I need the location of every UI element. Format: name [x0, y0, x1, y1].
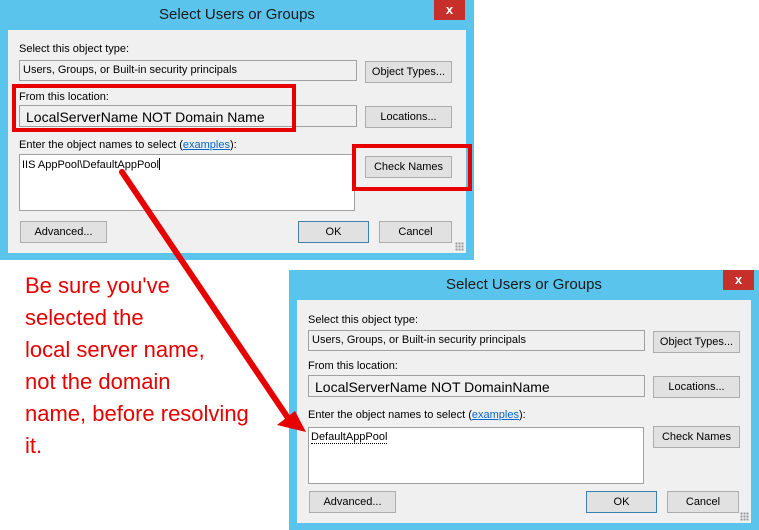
- object-types-button[interactable]: Object Types...: [365, 61, 452, 83]
- cancel-button[interactable]: Cancel: [379, 221, 452, 243]
- resize-grip-icon[interactable]: [740, 512, 749, 521]
- note-line: it.: [25, 433, 43, 458]
- location-field: LocalServerName NOT DomainName: [308, 375, 645, 397]
- dialog-1-close-button[interactable]: x: [434, 0, 465, 20]
- select-users-dialog-2: Select Users or Groups x Select this obj…: [289, 270, 759, 530]
- dialog-1-body: Select this object type: Users, Groups, …: [8, 30, 466, 253]
- object-names-label-suffix: ):: [518, 409, 526, 421]
- instruction-note: Be sure you've selected the local server…: [25, 270, 295, 462]
- resize-grip-icon[interactable]: [455, 242, 464, 251]
- check-names-highlight-box: [352, 144, 472, 191]
- dialog-1-titlebar[interactable]: Select Users or Groups: [0, 0, 474, 30]
- dialog-1-title: Select Users or Groups: [159, 6, 315, 23]
- ok-button[interactable]: OK: [298, 221, 369, 243]
- object-names-label-prefix: Enter the object names to select (: [19, 139, 183, 151]
- locations-button[interactable]: Locations...: [365, 106, 452, 128]
- object-type-field: Users, Groups, or Built-in security prin…: [308, 330, 645, 351]
- dialog-2-title: Select Users or Groups: [446, 276, 602, 293]
- object-names-label-prefix: Enter the object names to select (: [308, 409, 472, 421]
- dialog-2-titlebar[interactable]: Select Users or Groups: [289, 270, 759, 300]
- cancel-button[interactable]: Cancel: [667, 491, 739, 513]
- object-names-label: Enter the object names to select (exampl…: [19, 139, 237, 151]
- check-names-button[interactable]: Check Names: [653, 426, 740, 448]
- ok-button[interactable]: OK: [586, 491, 657, 513]
- note-line: local server name,: [25, 337, 205, 362]
- text-caret: [158, 158, 160, 170]
- object-names-label-suffix: ):: [229, 139, 237, 151]
- object-names-label: Enter the object names to select (exampl…: [308, 409, 526, 421]
- note-line: not the domain: [25, 369, 171, 394]
- advanced-button[interactable]: Advanced...: [20, 221, 107, 243]
- object-type-label: Select this object type:: [308, 314, 419, 326]
- object-type-field: Users, Groups, or Built-in security prin…: [19, 60, 357, 81]
- advanced-button[interactable]: Advanced...: [309, 491, 396, 513]
- dialog-2-close-button[interactable]: x: [723, 270, 754, 290]
- note-line: selected the: [25, 305, 144, 330]
- object-types-button[interactable]: Object Types...: [653, 331, 740, 353]
- dialog-2-body: Select this object type: Users, Groups, …: [297, 300, 751, 523]
- object-names-input[interactable]: IIS AppPool\DefaultAppPool: [19, 154, 355, 211]
- locations-button[interactable]: Locations...: [653, 376, 740, 398]
- object-names-value: IIS AppPool\DefaultAppPool: [22, 159, 159, 171]
- object-names-value: DefaultAppPool: [311, 431, 388, 444]
- object-type-label: Select this object type:: [19, 43, 130, 55]
- examples-link[interactable]: examples: [472, 409, 519, 421]
- examples-link[interactable]: examples: [183, 139, 230, 151]
- object-names-input[interactable]: DefaultAppPool: [308, 427, 644, 484]
- note-line: name, before resolving: [25, 401, 249, 426]
- location-label: From this location:: [308, 360, 398, 372]
- note-line: Be sure you've: [25, 273, 170, 298]
- close-icon: x: [445, 2, 454, 17]
- close-icon: x: [734, 272, 743, 287]
- location-highlight-box: [12, 84, 296, 132]
